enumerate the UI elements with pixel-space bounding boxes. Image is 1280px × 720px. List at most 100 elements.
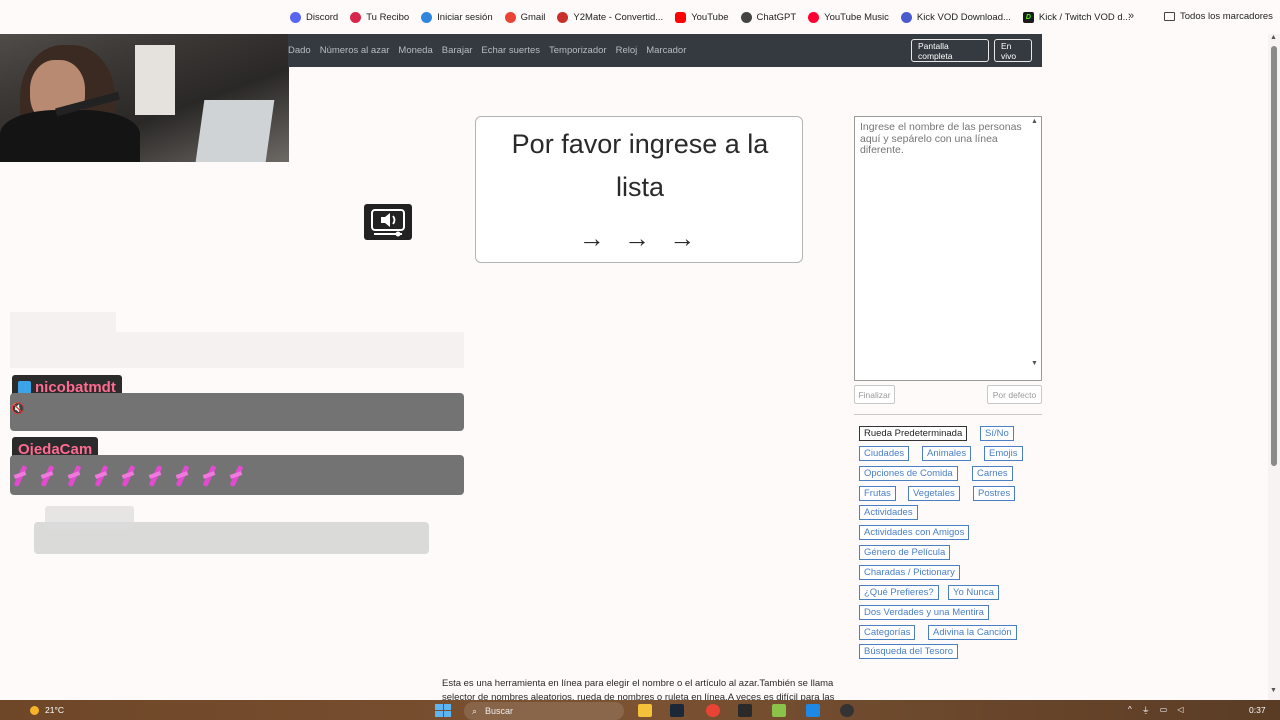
usb-icon[interactable]: ⏚ (1142, 705, 1150, 716)
tool-description: Esta es una herramienta en línea para el… (442, 678, 835, 701)
scroll-up-icon[interactable]: ▲ (1270, 34, 1277, 41)
preset-actividades[interactable]: Actividades (859, 505, 918, 520)
nav-link-numeros[interactable]: Números al azar (320, 45, 390, 56)
chat-emotes (12, 465, 244, 487)
preset-vegetales[interactable]: Vegetales (908, 486, 960, 501)
preset-yo-nunca[interactable]: Yo Nunca (948, 585, 999, 600)
temperature: 21°C (45, 705, 64, 715)
login-icon (421, 11, 433, 23)
clock[interactable]: 0:37 (1249, 705, 1266, 715)
live-button[interactable]: En vivo (994, 39, 1032, 62)
preset-frutas[interactable]: Frutas (859, 486, 896, 501)
search-label: Buscar (485, 706, 514, 716)
bookmarks-list: Discord Tu Recibo Iniciar sesión Gmail Y… (290, 0, 1131, 34)
nav-link-dado[interactable]: Dado (288, 45, 311, 56)
preset-categorias[interactable]: Categorías (859, 625, 916, 640)
chat-fading-message (10, 332, 464, 368)
page-scrollbar[interactable]: ▲ ▼ (1268, 34, 1280, 700)
default-button[interactable]: Por defecto (987, 385, 1042, 404)
start-button[interactable] (435, 704, 451, 717)
emote-icon (93, 465, 109, 487)
chevron-up-icon[interactable]: ^ (1128, 705, 1132, 716)
sun-icon (30, 705, 39, 715)
bookmarks-overflow-button[interactable]: » (1128, 10, 1134, 22)
preset-genero-de-pelicula[interactable]: Género de Película (859, 545, 951, 560)
emote-icon (66, 465, 82, 487)
preset-busqueda-del-tesoro[interactable]: Búsqueda del Tesoro (859, 644, 959, 659)
all-bookmarks-folder[interactable]: Todos los marcadores (1164, 11, 1273, 22)
network-icon[interactable]: ▭ (1160, 705, 1168, 716)
bookmarks-bar: Discord Tu Recibo Iniciar sesión Gmail Y… (0, 0, 1280, 34)
preset-postres[interactable]: Postres (973, 486, 1016, 501)
sound-toggle-button[interactable] (364, 204, 412, 240)
wheel-card[interactable]: Por favor ingrese a la lista → → → (475, 116, 803, 263)
preset-opciones-de-comida[interactable]: Opciones de Comida (859, 466, 958, 481)
wheel-arrows: → → → (578, 223, 702, 253)
emote-icon (120, 465, 136, 487)
epic-games-icon[interactable] (738, 704, 752, 717)
preset-rueda-predeterminada[interactable]: Rueda Predeterminada (859, 426, 968, 441)
bookmark-youtube[interactable]: YouTube (675, 11, 729, 23)
gmail-icon (504, 11, 516, 23)
weather-widget[interactable]: 21°C (30, 705, 64, 715)
preset-adivina-la-cancion[interactable]: Adivina la Canción (928, 625, 1017, 640)
steam-icon[interactable] (670, 704, 684, 717)
taskbar: 21°C ⌕ Buscar ^ ⏚ ▭ ◁ 0:37 (0, 700, 1280, 720)
chrome-icon[interactable] (706, 704, 720, 717)
wheel-message: Por favor ingrese a la lista (511, 129, 769, 202)
bookmark-gmail[interactable]: Gmail (504, 11, 545, 23)
taskbar-search[interactable]: ⌕ Buscar (464, 702, 624, 720)
preset-charadas-pictionary[interactable]: Charadas / Pictionary (859, 565, 960, 580)
nav-link-echar-suertes[interactable]: Echar suertes (481, 45, 540, 56)
app-icon[interactable] (772, 704, 786, 717)
volume-icon[interactable]: ◁ (1177, 705, 1183, 716)
outlook-icon[interactable] (806, 704, 820, 717)
bookmark-kick-twitch-vod[interactable]: D Kick / Twitch VOD d... (1022, 11, 1131, 23)
bookmark-kick-vod[interactable]: Kick VOD Download... (900, 11, 1011, 23)
textarea-scroll-down-icon[interactable]: ▼ (1031, 360, 1038, 367)
bookmark-chatgpt[interactable]: ChatGPT (740, 11, 796, 23)
verified-badge-icon (18, 380, 31, 394)
nav-link-barajar[interactable]: Barajar (442, 45, 473, 56)
preset-ciudades[interactable]: Ciudades (859, 446, 910, 461)
bookmark-discord[interactable]: Discord (290, 11, 338, 23)
windows-logo-icon (435, 704, 443, 710)
emote-icon (12, 465, 28, 487)
preset-emojis[interactable]: Emojis (984, 446, 1023, 461)
bookmark-youtube-music[interactable]: YouTube Music (808, 11, 889, 23)
nav-link-reloj[interactable]: Reloj (616, 45, 638, 56)
youtube-icon (675, 11, 687, 23)
scroll-down-icon[interactable]: ▼ (1270, 687, 1277, 694)
windows-logo-icon (435, 711, 443, 717)
preset-dos-verdades[interactable]: Dos Verdades y una Mentira (859, 605, 989, 620)
site-navbar: Dado Números al azar Moneda Barajar Echa… (288, 34, 1042, 67)
emote-icon (201, 465, 217, 487)
names-input[interactable] (854, 116, 1042, 381)
bookmark-tu-recibo[interactable]: Tu Recibo (350, 11, 409, 23)
bookmark-iniciar-sesion[interactable]: Iniciar sesión (421, 11, 493, 23)
chat-fading-tag (10, 312, 116, 334)
finish-button[interactable]: Finalizar (854, 385, 895, 404)
fullscreen-button[interactable]: Pantalla completa (911, 39, 989, 62)
bookmark-y2mate[interactable]: Y2Mate - Convertid... (557, 11, 663, 23)
windows-logo-icon (443, 704, 451, 710)
obs-icon[interactable] (840, 704, 854, 717)
webcam-background-window (195, 100, 275, 162)
preset-animales[interactable]: Animales (922, 446, 972, 461)
preset-carnes[interactable]: Carnes (972, 466, 1013, 481)
preset-que-prefieres[interactable]: ¿Qué Prefieres? (859, 585, 939, 600)
nav-link-marcador[interactable]: Marcador (646, 45, 686, 56)
webcam-streamer-shirt (0, 110, 140, 162)
scrollbar-thumb[interactable] (1271, 46, 1277, 466)
preset-si-no[interactable]: Sí/No (980, 426, 1014, 441)
nav-links: Dado Números al azar Moneda Barajar Echa… (288, 34, 686, 67)
preset-actividades-con-amigos[interactable]: Actividades con Amigos (859, 525, 970, 540)
nav-link-moneda[interactable]: Moneda (398, 45, 432, 56)
chat-fading-tag (45, 506, 134, 530)
emote-icon (228, 465, 244, 487)
chat-message-bar (10, 393, 464, 431)
folder-icon (1164, 12, 1175, 21)
textarea-scroll-up-icon[interactable]: ▲ (1031, 118, 1038, 125)
file-explorer-icon[interactable] (638, 704, 652, 717)
nav-link-temporizador[interactable]: Temporizador (549, 45, 607, 56)
